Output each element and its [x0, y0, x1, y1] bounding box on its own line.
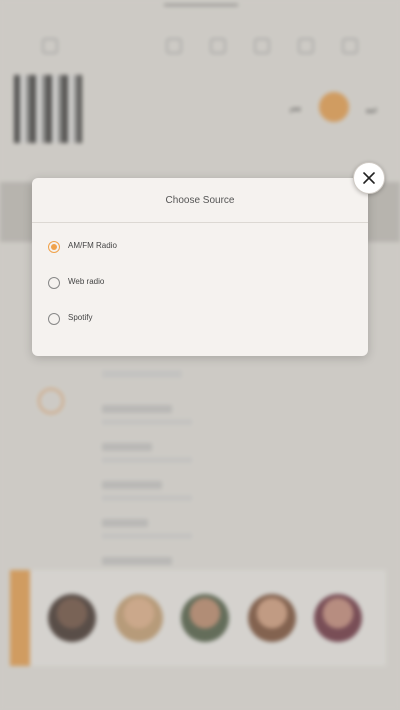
- option-label: AM/FM Radio: [68, 241, 117, 250]
- close-button[interactable]: [353, 162, 385, 194]
- radio-selected[interactable]: [48, 241, 60, 253]
- source-option-web-radio[interactable]: Web radio: [48, 272, 348, 294]
- option-label: Web radio: [68, 277, 105, 286]
- source-option-spotify[interactable]: Spotify: [48, 308, 348, 330]
- option-label: Spotify: [68, 313, 93, 322]
- choose-source-dialog: Choose Source AM/FM Radio Web radio Spot…: [32, 178, 368, 356]
- radio-unselected[interactable]: [48, 313, 60, 325]
- radio-unselected[interactable]: [48, 277, 60, 289]
- source-option-am-fm-radio[interactable]: AM/FM Radio: [48, 236, 348, 258]
- close-icon: [363, 172, 375, 184]
- dialog-title: Choose Source: [32, 178, 368, 223]
